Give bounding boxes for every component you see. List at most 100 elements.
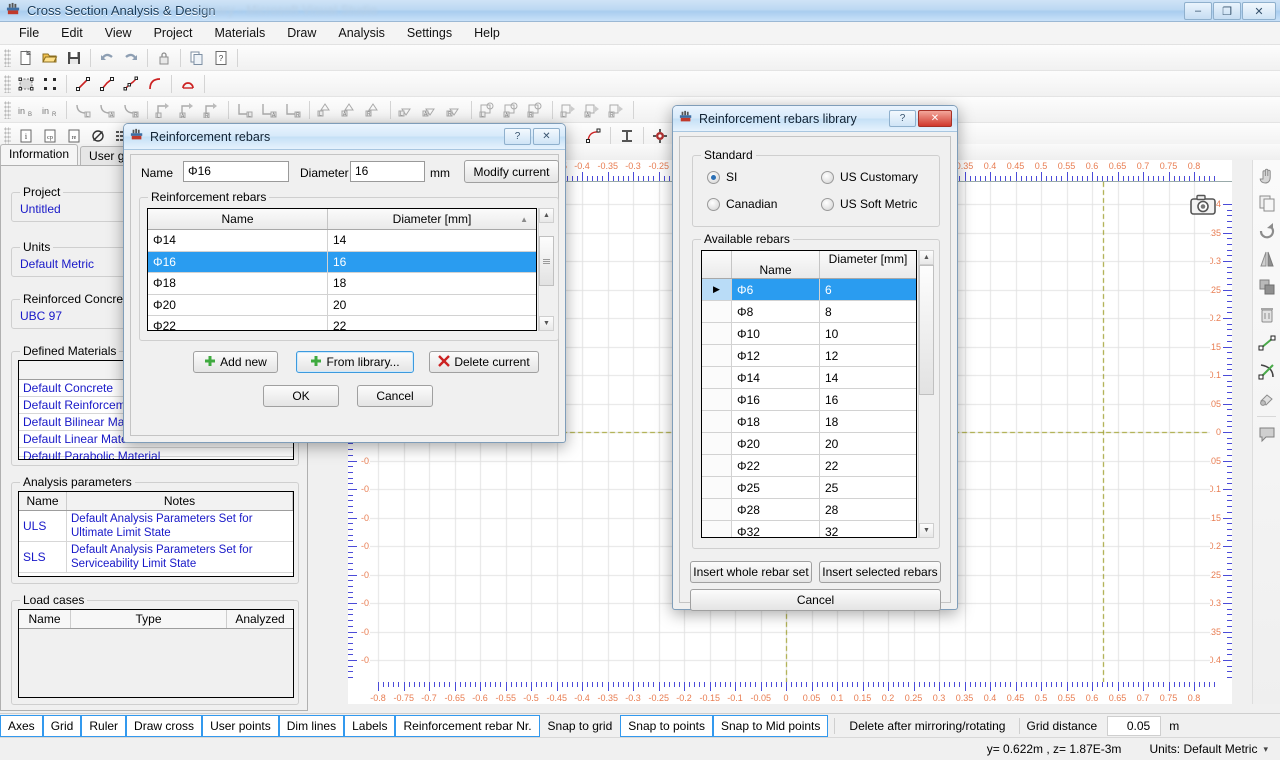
table-row[interactable]: Φ2222: [702, 455, 916, 477]
draw-polyline-icon[interactable]: [96, 73, 118, 95]
shift-left-icon[interactable]: L: [558, 99, 580, 121]
draw-arc-icon[interactable]: [144, 73, 166, 95]
help-button[interactable]: ?: [889, 110, 916, 127]
row-marker[interactable]: [702, 367, 732, 388]
column-header-type[interactable]: Type: [71, 610, 227, 628]
measure-angle-icon[interactable]: [1254, 358, 1280, 384]
paint-icon[interactable]: [1254, 386, 1280, 412]
option-draw-cross[interactable]: Draw cross: [126, 715, 202, 737]
menu-edit[interactable]: Edit: [50, 23, 94, 43]
column-header-diameter[interactable]: Diameter [mm] ▲: [328, 209, 536, 229]
scroll-up-arrow-icon[interactable]: ▲: [919, 250, 934, 265]
row-marker[interactable]: [702, 323, 732, 344]
mirror-v-center-icon[interactable]: A: [339, 99, 361, 121]
redo-icon[interactable]: [120, 47, 142, 69]
menu-draw[interactable]: Draw: [276, 23, 327, 43]
open-folder-icon[interactable]: [39, 47, 61, 69]
save-icon[interactable]: [63, 47, 85, 69]
table-row[interactable]: Φ1818: [148, 273, 536, 295]
table-row[interactable]: ▶Φ66: [702, 279, 916, 301]
move-up-right-icon[interactable]: R: [201, 99, 223, 121]
move-down-left-icon[interactable]: L: [234, 99, 256, 121]
align-left-icon[interactable]: L: [72, 99, 94, 121]
inertia-r-icon[interactable]: inR: [39, 99, 61, 121]
align-right-icon[interactable]: R: [120, 99, 142, 121]
move-up-left-icon[interactable]: L: [153, 99, 175, 121]
copy-icon[interactable]: [186, 47, 208, 69]
undo-icon[interactable]: [96, 47, 118, 69]
table-row[interactable]: Φ1616: [148, 252, 536, 274]
menu-help[interactable]: Help: [463, 23, 511, 43]
report-icon[interactable]: ?: [210, 47, 232, 69]
menu-settings[interactable]: Settings: [396, 23, 463, 43]
column-header-diameter[interactable]: Diameter [mm]: [820, 251, 916, 278]
copy-icon[interactable]: [1254, 190, 1280, 216]
scroll-down-arrow-icon[interactable]: ▼: [919, 523, 934, 538]
column-header-name[interactable]: Name: [19, 492, 67, 510]
from-library-button[interactable]: From library...: [296, 351, 414, 373]
toolbar-grip[interactable]: [4, 101, 11, 119]
mirror-h-left-icon[interactable]: L: [396, 99, 418, 121]
table-row[interactable]: Φ1616: [702, 389, 916, 411]
draw-semicircle-icon[interactable]: [177, 73, 199, 95]
name-input[interactable]: Φ16: [183, 161, 289, 182]
rebars-listview[interactable]: Name Diameter [mm] ▲ Φ1414Φ1616Φ1818Φ202…: [147, 208, 537, 331]
new-file-icon[interactable]: [15, 47, 37, 69]
select-region-icon[interactable]: [15, 73, 37, 95]
radio-us-soft-metric[interactable]: US Soft Metric: [821, 197, 917, 211]
close-icon[interactable]: ✕: [918, 110, 952, 127]
option-dim-lines[interactable]: Dim lines: [279, 715, 344, 737]
shift-right-icon[interactable]: R: [606, 99, 628, 121]
radio-us-customary[interactable]: US Customary: [821, 170, 918, 184]
table-row[interactable]: Φ2020: [148, 295, 536, 317]
measure-line-icon[interactable]: [1254, 330, 1280, 356]
row-marker[interactable]: [702, 521, 732, 538]
shift-center-icon[interactable]: A: [582, 99, 604, 121]
column-header-marker[interactable]: [702, 251, 732, 278]
table-row[interactable]: Φ1010: [702, 323, 916, 345]
lock-icon[interactable]: [153, 47, 175, 69]
radio-button-icon[interactable]: [707, 198, 720, 211]
rotate-icon[interactable]: [1254, 218, 1280, 244]
table-row[interactable]: ULSDefault Analysis Parameters Set for U…: [19, 511, 293, 542]
scrollbar-thumb[interactable]: [539, 236, 554, 286]
column-header-notes[interactable]: Notes: [67, 492, 293, 510]
diameter-input[interactable]: 16: [350, 161, 425, 182]
menu-project[interactable]: Project: [143, 23, 204, 43]
table-row[interactable]: Φ2222: [148, 316, 536, 331]
radio-si[interactable]: SI: [707, 170, 737, 184]
menu-file[interactable]: File: [8, 23, 50, 43]
toolbar-grip[interactable]: [4, 49, 11, 67]
column-header-analyzed[interactable]: Analyzed: [227, 610, 293, 628]
insert-selected-rebars-button[interactable]: Insert selected rebars: [819, 561, 941, 583]
rotate-center-icon[interactable]: A: [501, 99, 523, 121]
close-button[interactable]: ✕: [1242, 2, 1276, 20]
align-center-icon[interactable]: A: [96, 99, 118, 121]
column-header-name[interactable]: Name: [19, 610, 71, 628]
minimize-button[interactable]: –: [1184, 2, 1212, 20]
ok-button[interactable]: OK: [263, 385, 339, 407]
insert-whole-rebar-set-button[interactable]: Insert whole rebar set: [690, 561, 812, 583]
row-marker[interactable]: [702, 455, 732, 476]
mirror-icon[interactable]: [1254, 246, 1280, 272]
row-marker[interactable]: [702, 389, 732, 410]
menu-view[interactable]: View: [94, 23, 143, 43]
table-row[interactable]: Φ1818: [702, 411, 916, 433]
comment-icon[interactable]: [1254, 421, 1280, 447]
row-marker[interactable]: [702, 499, 732, 520]
toolbar-grip[interactable]: [4, 75, 11, 93]
table-row[interactable]: Φ2525: [702, 477, 916, 499]
row-marker[interactable]: [702, 411, 732, 432]
option-ruler[interactable]: Ruler: [81, 715, 126, 737]
option-user-points[interactable]: User points: [202, 715, 279, 737]
chevron-down-icon[interactable]: ▾: [1263, 744, 1268, 755]
delete-current-button[interactable]: Delete current: [429, 351, 539, 373]
mirror-h-right-icon[interactable]: R: [444, 99, 466, 121]
modify-current-button[interactable]: Modify current: [464, 160, 559, 183]
mirror-v-right-icon[interactable]: R: [363, 99, 385, 121]
row-marker[interactable]: [702, 345, 732, 366]
scroll-down-arrow-icon[interactable]: ▼: [539, 316, 554, 331]
radio-button-icon[interactable]: [821, 198, 834, 211]
row-marker[interactable]: ▶: [702, 279, 732, 300]
cancel-button[interactable]: Cancel: [357, 385, 433, 407]
